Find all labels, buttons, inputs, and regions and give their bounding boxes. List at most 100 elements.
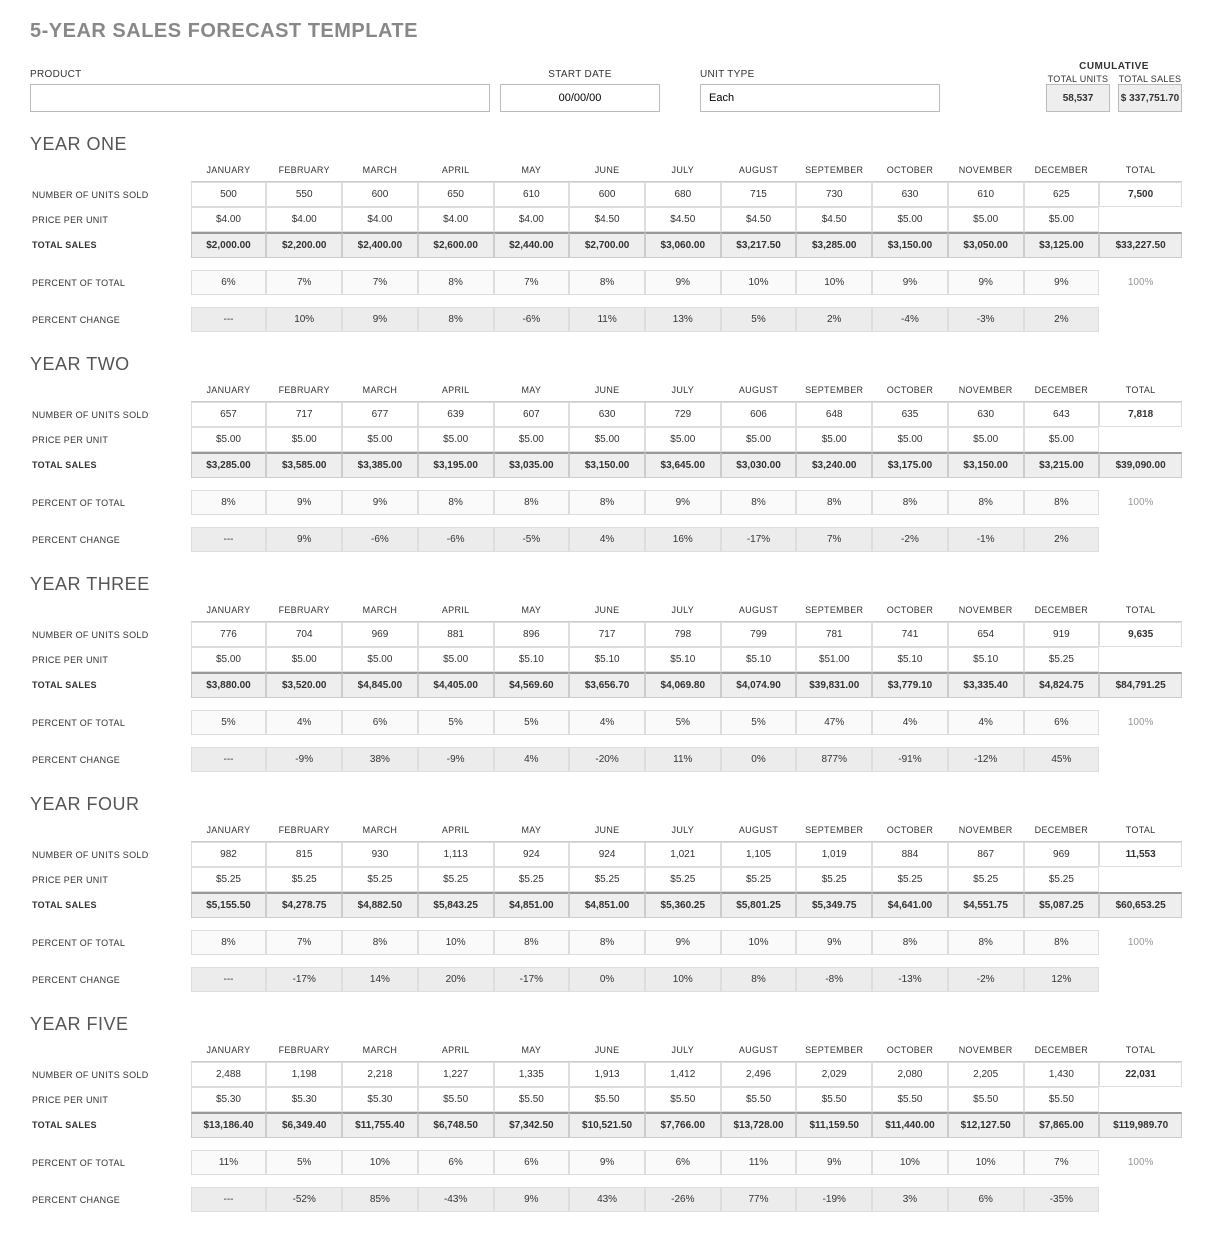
product-input[interactable] bbox=[30, 84, 490, 112]
cell: 877% bbox=[796, 747, 872, 772]
cell: $5.00 bbox=[1024, 207, 1100, 232]
cell: $84,791.25 bbox=[1099, 672, 1182, 698]
cell: -43% bbox=[418, 1187, 494, 1212]
cell: $3,150.00 bbox=[872, 232, 948, 258]
month-header: SEPTEMBER bbox=[796, 599, 872, 622]
year-block: YEAR THREEJANUARYFEBRUARYMARCHAPRILMAYJU… bbox=[30, 574, 1182, 772]
cell: $4.50 bbox=[645, 207, 721, 232]
cell: 10% bbox=[342, 1150, 418, 1175]
cell: 677 bbox=[342, 402, 418, 427]
cell: 969 bbox=[1024, 842, 1100, 867]
cell: $11,159.50 bbox=[796, 1112, 872, 1138]
cell: 22,031 bbox=[1099, 1062, 1182, 1087]
cell: $5.00 bbox=[418, 647, 494, 672]
cell: 717 bbox=[266, 402, 342, 427]
month-header: OCTOBER bbox=[872, 1039, 948, 1062]
month-header: APRIL bbox=[418, 1039, 494, 1062]
month-header: JANUARY bbox=[191, 599, 267, 622]
cell: 606 bbox=[721, 402, 797, 427]
month-header: JULY bbox=[645, 1039, 721, 1062]
cell: $5.50 bbox=[872, 1087, 948, 1112]
cell: 654 bbox=[948, 622, 1024, 647]
cell: 600 bbox=[569, 182, 645, 207]
cell: 6% bbox=[191, 270, 267, 295]
month-header: MARCH bbox=[342, 379, 418, 402]
cell: 10% bbox=[418, 930, 494, 955]
month-header: APRIL bbox=[418, 819, 494, 842]
cell: $5.10 bbox=[645, 647, 721, 672]
cell: 8% bbox=[569, 930, 645, 955]
cell: 729 bbox=[645, 402, 721, 427]
row-label: TOTAL SALES bbox=[30, 232, 191, 258]
cell bbox=[1099, 207, 1182, 232]
cell: 11% bbox=[721, 1150, 797, 1175]
cell: 11,553 bbox=[1099, 842, 1182, 867]
cell: 7,818 bbox=[1099, 402, 1182, 427]
cell: -3% bbox=[948, 307, 1024, 332]
cell: $5.50 bbox=[1024, 1087, 1100, 1112]
cell: 9% bbox=[342, 490, 418, 515]
cell: $3,195.00 bbox=[418, 452, 494, 478]
cell: $13,728.00 bbox=[721, 1112, 797, 1138]
year-block: YEAR TWOJANUARYFEBRUARYMARCHAPRILMAYJUNE… bbox=[30, 354, 1182, 552]
cell: 11% bbox=[569, 307, 645, 332]
cell: $5.00 bbox=[569, 427, 645, 452]
cell: $2,000.00 bbox=[191, 232, 267, 258]
year-block: YEAR FIVEJANUARYFEBRUARYMARCHAPRILMAYJUN… bbox=[30, 1014, 1182, 1212]
cell: 798 bbox=[645, 622, 721, 647]
row-label: NUMBER OF UNITS SOLD bbox=[30, 402, 191, 427]
cell bbox=[1099, 647, 1182, 672]
month-header: MARCH bbox=[342, 819, 418, 842]
cell: 10% bbox=[721, 930, 797, 955]
cell: 867 bbox=[948, 842, 1024, 867]
year-table: JANUARYFEBRUARYMARCHAPRILMAYJUNEJULYAUGU… bbox=[30, 1039, 1182, 1212]
cell: 630 bbox=[872, 182, 948, 207]
row-label: NUMBER OF UNITS SOLD bbox=[30, 182, 191, 207]
cell: 8% bbox=[418, 307, 494, 332]
cell: 9% bbox=[1024, 270, 1100, 295]
cell: 884 bbox=[872, 842, 948, 867]
cell: 500 bbox=[191, 182, 267, 207]
cell: $3,335.40 bbox=[948, 672, 1024, 698]
cell: 600 bbox=[342, 182, 418, 207]
cell bbox=[1099, 527, 1182, 552]
cell: $12,127.50 bbox=[948, 1112, 1024, 1138]
month-header: FEBRUARY bbox=[266, 159, 342, 182]
cell: 4% bbox=[266, 710, 342, 735]
cell: 4% bbox=[569, 527, 645, 552]
cell: 100% bbox=[1099, 1150, 1182, 1175]
cell: 2% bbox=[1024, 527, 1100, 552]
cell: $4,074.90 bbox=[721, 672, 797, 698]
cell: 2,029 bbox=[796, 1062, 872, 1087]
cell: 11% bbox=[191, 1150, 267, 1175]
cell: -4% bbox=[872, 307, 948, 332]
cell: 7% bbox=[796, 527, 872, 552]
cell: 20% bbox=[418, 967, 494, 992]
month-header: NOVEMBER bbox=[948, 1039, 1024, 1062]
start-date-input[interactable] bbox=[500, 84, 660, 112]
cell bbox=[1099, 967, 1182, 992]
month-header: TOTAL bbox=[1099, 159, 1182, 182]
cell: --- bbox=[191, 747, 267, 772]
month-header: JULY bbox=[645, 379, 721, 402]
cell: $5.50 bbox=[645, 1087, 721, 1112]
cell: 9% bbox=[645, 930, 721, 955]
unit-type-input[interactable] bbox=[700, 84, 940, 112]
cell: 8% bbox=[1024, 930, 1100, 955]
year-title: YEAR TWO bbox=[30, 354, 1182, 375]
month-header: DECEMBER bbox=[1024, 599, 1100, 622]
cell: 8% bbox=[569, 490, 645, 515]
cell: --- bbox=[191, 1187, 267, 1212]
cell: 8% bbox=[494, 930, 570, 955]
cell: $5,087.25 bbox=[1024, 892, 1100, 918]
cell: 8% bbox=[418, 490, 494, 515]
cell: $5.00 bbox=[494, 427, 570, 452]
cell: 2,080 bbox=[872, 1062, 948, 1087]
cell: 1,913 bbox=[569, 1062, 645, 1087]
cell: $4.00 bbox=[266, 207, 342, 232]
cell: 7% bbox=[1024, 1150, 1100, 1175]
cell: 10% bbox=[266, 307, 342, 332]
cell: $51.00 bbox=[796, 647, 872, 672]
cell: 100% bbox=[1099, 270, 1182, 295]
cell: $5.10 bbox=[569, 647, 645, 672]
